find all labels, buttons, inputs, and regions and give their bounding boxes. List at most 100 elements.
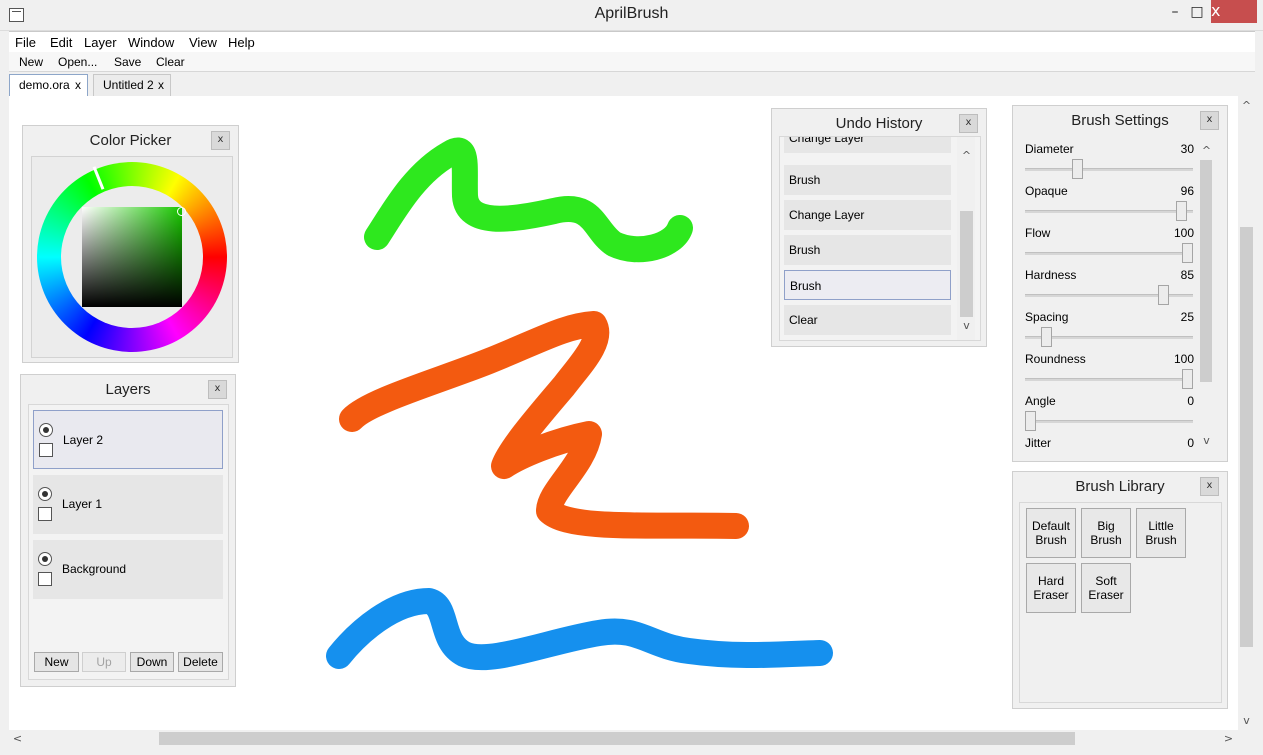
brush-label: Hard Eraser bbox=[1033, 574, 1069, 602]
undo-history-title: Undo History bbox=[835, 115, 923, 132]
tab-label: Untitled 2 bbox=[103, 78, 154, 92]
brush-big-button[interactable]: Big Brush bbox=[1081, 508, 1131, 558]
vertical-scroll-thumb[interactable] bbox=[1240, 227, 1253, 647]
undo-history-list: Change Layer Brush Change Layer Brush Br… bbox=[779, 136, 981, 341]
toolbar-new-button[interactable]: New bbox=[19, 55, 43, 69]
slider-handle-spacing[interactable] bbox=[1040, 327, 1052, 347]
active-layer-radio[interactable] bbox=[38, 552, 52, 566]
horizontal-scroll-thumb[interactable] bbox=[159, 732, 1075, 745]
scroll-down-icon[interactable]: v bbox=[1238, 712, 1255, 729]
param-value-angle: 0 bbox=[1187, 394, 1194, 408]
undo-item-selected[interactable]: Brush bbox=[784, 270, 951, 300]
slider-handle-hardness[interactable] bbox=[1158, 285, 1170, 305]
undo-item[interactable]: Clear bbox=[784, 305, 951, 335]
window-frame-left bbox=[0, 31, 9, 755]
close-icon[interactable]: x bbox=[1200, 477, 1219, 496]
layer-item-background[interactable]: Background bbox=[33, 540, 223, 599]
menu-help[interactable]: Help bbox=[228, 35, 255, 50]
layer-label: Layer 2 bbox=[63, 433, 104, 447]
brush-little-button[interactable]: Little Brush bbox=[1136, 508, 1186, 558]
brush-settings-scroll-thumb[interactable] bbox=[1200, 160, 1212, 382]
brush-library-panel: Brush Library x Default Brush Big Brush … bbox=[1012, 471, 1228, 709]
slider-handle-angle[interactable] bbox=[1025, 411, 1036, 431]
menu-file[interactable]: File bbox=[15, 35, 36, 50]
scroll-up-icon[interactable]: ^ bbox=[958, 147, 975, 164]
scroll-down-icon[interactable]: v bbox=[958, 317, 975, 334]
scroll-down-icon[interactable]: v bbox=[1198, 432, 1215, 449]
menu-window[interactable]: Window bbox=[128, 35, 174, 50]
move-layer-down-button[interactable]: Down bbox=[130, 652, 174, 672]
undo-item[interactable]: Brush bbox=[784, 165, 951, 195]
layer-item-layer-2[interactable]: Layer 2 bbox=[33, 410, 223, 469]
layer-label: Layer 1 bbox=[62, 497, 103, 511]
layer-visibility-checkbox[interactable] bbox=[39, 443, 53, 457]
layer-visibility-checkbox[interactable] bbox=[38, 572, 52, 586]
param-value-spacing: 25 bbox=[1180, 310, 1194, 324]
param-label-diameter: Diameter bbox=[1025, 142, 1074, 156]
color-marker[interactable] bbox=[177, 207, 186, 216]
menu-edit[interactable]: Edit bbox=[50, 35, 72, 50]
param-label-spacing: Spacing bbox=[1025, 310, 1069, 324]
tab-bar: demo.ora x Untitled 2 x bbox=[9, 72, 1255, 97]
undo-item[interactable]: Brush bbox=[784, 235, 951, 265]
soft-eraser-button[interactable]: Soft Eraser bbox=[1081, 563, 1131, 613]
layer-visibility-checkbox[interactable] bbox=[38, 507, 52, 521]
slider-track-flow[interactable] bbox=[1025, 252, 1193, 255]
slider-track-angle[interactable] bbox=[1025, 420, 1193, 423]
scroll-up-icon[interactable]: ^ bbox=[1198, 142, 1215, 159]
param-label-angle: Angle bbox=[1025, 394, 1056, 408]
hard-eraser-button[interactable]: Hard Eraser bbox=[1026, 563, 1076, 613]
orange-stroke bbox=[339, 311, 749, 539]
slider-track-opaque[interactable] bbox=[1025, 210, 1193, 213]
param-value-opaque: 96 bbox=[1180, 184, 1194, 198]
slider-handle-diameter[interactable] bbox=[1072, 159, 1084, 179]
param-value-jitter: 0 bbox=[1187, 436, 1194, 450]
close-icon[interactable]: x bbox=[959, 114, 978, 133]
menu-view[interactable]: View bbox=[189, 35, 217, 50]
tab-close-icon[interactable]: x bbox=[158, 75, 164, 96]
undo-item[interactable]: Change Layer bbox=[784, 200, 951, 230]
delete-layer-button[interactable]: Delete bbox=[178, 652, 223, 672]
undo-scroll-thumb[interactable] bbox=[960, 211, 973, 317]
slider-handle-flow[interactable] bbox=[1182, 243, 1193, 263]
undo-item[interactable]: Change Layer bbox=[784, 137, 951, 153]
close-window-button[interactable]: x bbox=[1211, 0, 1257, 23]
param-value-flow: 100 bbox=[1173, 226, 1194, 240]
move-layer-up-button[interactable]: Up bbox=[82, 652, 126, 672]
slider-track-diameter[interactable] bbox=[1025, 168, 1193, 171]
toolbar-save-button[interactable]: Save bbox=[114, 55, 141, 69]
param-value-roundness: 100 bbox=[1173, 352, 1194, 366]
toolbar-clear-button[interactable]: Clear bbox=[156, 55, 185, 69]
color-picker-area bbox=[31, 156, 233, 358]
brush-label: Soft Eraser bbox=[1088, 574, 1124, 602]
new-layer-button[interactable]: New bbox=[34, 652, 79, 672]
slider-handle-opaque[interactable] bbox=[1175, 201, 1187, 221]
param-label-flow: Flow bbox=[1025, 226, 1051, 240]
brush-library-title: Brush Library bbox=[1075, 478, 1165, 495]
brush-default-button[interactable]: Default Brush bbox=[1026, 508, 1076, 558]
toolbar-open-button[interactable]: Open... bbox=[58, 55, 97, 69]
slider-track-roundness[interactable] bbox=[1025, 378, 1193, 381]
layer-item-layer-1[interactable]: Layer 1 bbox=[33, 475, 223, 534]
active-layer-radio[interactable] bbox=[39, 423, 53, 437]
tab-close-icon[interactable]: x bbox=[75, 75, 81, 96]
scroll-up-icon[interactable]: ^ bbox=[1238, 97, 1255, 114]
close-icon[interactable]: x bbox=[211, 131, 230, 150]
saturation-value-square[interactable] bbox=[82, 207, 182, 307]
tab-demo-ora[interactable]: demo.ora x bbox=[9, 74, 88, 97]
close-icon[interactable]: x bbox=[208, 380, 227, 399]
scroll-right-icon[interactable]: > bbox=[1220, 730, 1237, 747]
active-layer-radio[interactable] bbox=[38, 487, 52, 501]
window-frame-right bbox=[1255, 31, 1263, 755]
tab-untitled-2[interactable]: Untitled 2 x bbox=[93, 74, 171, 97]
scroll-left-icon[interactable]: < bbox=[9, 730, 26, 747]
green-stroke bbox=[364, 137, 693, 263]
param-label-jitter: Jitter bbox=[1025, 436, 1052, 450]
maximize-icon[interactable]: □ bbox=[1182, 2, 1212, 24]
menu-layer[interactable]: Layer bbox=[84, 35, 117, 50]
slider-handle-roundness[interactable] bbox=[1182, 369, 1193, 389]
layer-label: Background bbox=[62, 562, 127, 576]
param-value-hardness: 85 bbox=[1180, 268, 1194, 282]
param-value-diameter: 30 bbox=[1180, 142, 1194, 156]
brush-settings-list: Diameter 30 Opaque 96 Flow 100 Hardness 85 Spaci… bbox=[1013, 106, 1229, 463]
